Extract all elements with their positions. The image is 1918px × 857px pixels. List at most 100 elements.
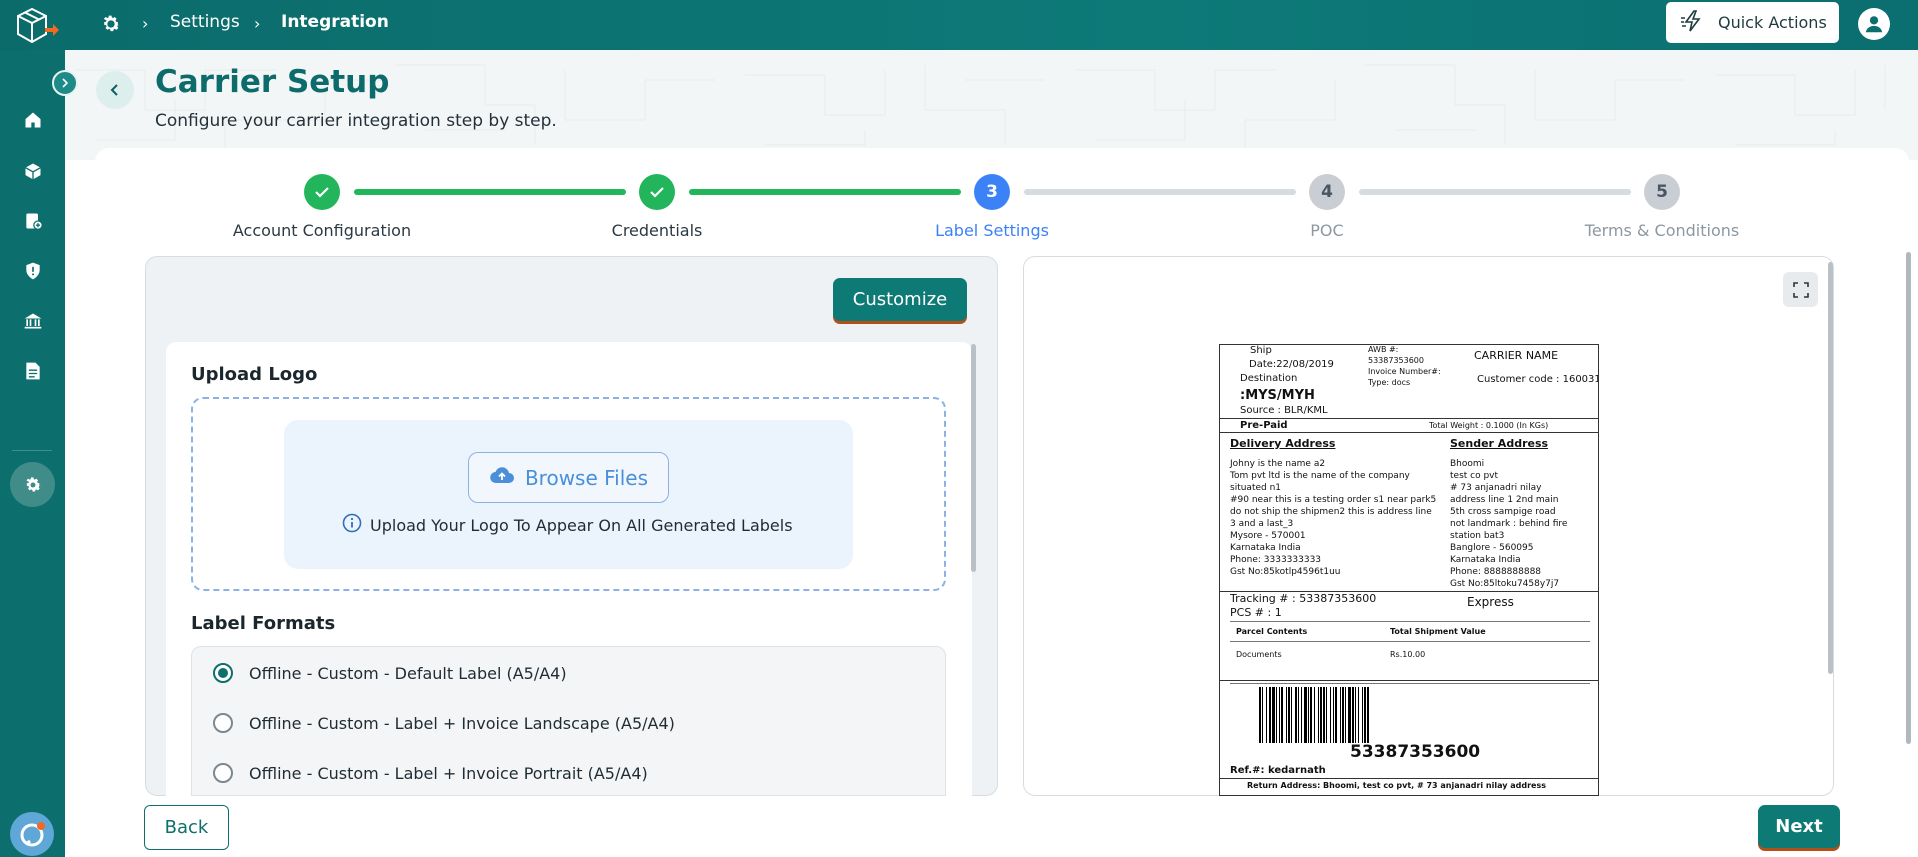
- step-2-check-icon[interactable]: [639, 174, 675, 210]
- next-button[interactable]: Next: [1758, 805, 1840, 848]
- format-option-label: Offline - Custom - Default Label (A5/A4): [249, 663, 567, 683]
- format-option[interactable]: Offline - Custom - Label + Invoice Lands…: [213, 713, 675, 733]
- label-invoice: Invoice Number#:: [1368, 367, 1441, 376]
- radio-selected[interactable]: [213, 663, 233, 683]
- contents-value: Documents: [1236, 650, 1282, 659]
- label-divider: [1220, 778, 1598, 779]
- label-delivery-title: Delivery Address: [1230, 437, 1336, 450]
- sender-line: address line 1 2nd main: [1450, 495, 1559, 505]
- step-5-circle[interactable]: 5: [1644, 174, 1680, 210]
- breadcrumb-current: Integration: [281, 12, 389, 32]
- format-option-label: Offline - Custom - Label + Invoice Portr…: [249, 763, 648, 783]
- label-source: Source : BLR/KML: [1240, 405, 1328, 416]
- upload-note: Upload Your Logo To Appear On All Genera…: [342, 513, 793, 537]
- fullscreen-icon[interactable]: [1783, 272, 1818, 307]
- home-icon[interactable]: [20, 107, 46, 133]
- sidebar-expand-button[interactable]: [52, 70, 78, 96]
- delivery-line: Tom pvt ltd is the name of the company: [1230, 471, 1410, 481]
- step-label-terms: Terms & Conditions: [1584, 221, 1740, 240]
- format-option[interactable]: Offline - Custom - Default Label (A5/A4): [213, 663, 567, 683]
- add-order-icon[interactable]: [20, 208, 46, 234]
- step-connector: [1359, 189, 1631, 195]
- sender-line: not landmark : behind fire: [1450, 519, 1568, 529]
- label-customer-code: Customer code : 160031: [1477, 374, 1599, 385]
- label-ship: Ship: [1250, 345, 1272, 356]
- radio-unselected[interactable]: [213, 713, 233, 733]
- label-prepaid: Pre-Paid: [1240, 420, 1288, 431]
- label-type: Type: docs: [1368, 378, 1411, 387]
- format-option[interactable]: Offline - Custom - Label + Invoice Portr…: [213, 763, 648, 783]
- top-bar: › Settings › Integration Quick Actions: [0, 0, 1918, 50]
- page-title: Carrier Setup: [155, 64, 390, 100]
- delivery-line: Phone: 3333333333: [1230, 555, 1322, 565]
- sender-line: Phone: 8888888888: [1450, 567, 1542, 577]
- page-subtitle: Configure your carrier integration step …: [155, 111, 557, 131]
- sender-line: Gst No:85ltoku7458y7j7: [1450, 579, 1560, 589]
- settings-nav-icon[interactable]: [10, 462, 55, 507]
- chat-support-icon[interactable]: [10, 812, 54, 856]
- delivery-line: Mysore - 570001: [1230, 531, 1306, 541]
- app-logo-icon[interactable]: [12, 6, 60, 46]
- sender-line: Banglore - 560095: [1450, 543, 1534, 553]
- upload-note-text: Upload Your Logo To Appear On All Genera…: [370, 515, 793, 535]
- upload-logo-heading: Upload Logo: [191, 364, 318, 385]
- alert-shield-icon[interactable]: [20, 258, 46, 284]
- customize-button[interactable]: Customize: [833, 278, 967, 321]
- label-destination: Destination: [1240, 373, 1298, 384]
- sender-line: Bhoomi: [1450, 459, 1485, 469]
- preview-scrollbar[interactable]: [1828, 262, 1833, 674]
- radio-unselected[interactable]: [213, 763, 233, 783]
- breadcrumb-chevron-icon: ›: [254, 14, 261, 33]
- quick-actions-label: Quick Actions: [1718, 13, 1827, 32]
- label-awb-label: AWB #:: [1368, 345, 1399, 354]
- sender-line: Karnataka India: [1450, 555, 1521, 565]
- barcode-number: 53387353600: [1350, 742, 1481, 762]
- label-weight: Total Weight : 0.1000 (In KGs): [1429, 421, 1549, 430]
- step-label-label-settings: Label Settings: [935, 221, 1049, 240]
- step-label-account: Account Configuration: [232, 221, 412, 240]
- step-4-circle[interactable]: 4: [1309, 174, 1345, 210]
- sidebar-divider: [12, 450, 52, 451]
- bank-icon[interactable]: [20, 308, 46, 334]
- label-formats-heading: Label Formats: [191, 613, 336, 634]
- page-scrollbar[interactable]: [1906, 252, 1911, 744]
- step-connector: [1024, 189, 1296, 195]
- label-pcs: PCS # : 1: [1230, 606, 1282, 619]
- sender-line: # 73 anjanadri nilay: [1450, 483, 1542, 493]
- label-service: Express: [1467, 595, 1514, 609]
- shipment-box-icon[interactable]: [20, 158, 46, 184]
- breadcrumb-settings[interactable]: Settings: [170, 12, 240, 32]
- step-connector: [354, 189, 626, 195]
- format-option-label: Offline - Custom - Label + Invoice Lands…: [249, 713, 675, 733]
- left-scrollbar[interactable]: [971, 344, 976, 572]
- breadcrumb-chevron-icon: ›: [142, 14, 149, 33]
- delivery-line: 3 and a last_3: [1230, 519, 1294, 529]
- delivery-line: Johny is the name a2: [1230, 459, 1326, 469]
- back-button[interactable]: Back: [144, 805, 229, 850]
- step-connector: [689, 189, 961, 195]
- sender-line: test co pvt: [1450, 471, 1499, 481]
- step-label-credentials: Credentials: [611, 221, 703, 240]
- label-awb: 53387353600: [1368, 356, 1424, 365]
- quick-actions-button[interactable]: Quick Actions: [1666, 2, 1839, 43]
- contents-header: Parcel Contents: [1236, 627, 1308, 636]
- step-1-check-icon[interactable]: [304, 174, 340, 210]
- delivery-line: Gst No:85kotlp4596t1uu: [1230, 567, 1341, 577]
- cloud-upload-icon: [489, 465, 515, 490]
- lightning-icon: [1680, 9, 1706, 36]
- sidebar: [0, 50, 65, 857]
- info-icon: [342, 513, 362, 537]
- step-label-poc: POC: [1310, 221, 1344, 240]
- browse-files-button[interactable]: Browse Files: [468, 452, 669, 503]
- label-dest-code: :MYS/MYH: [1240, 388, 1315, 403]
- step-3-circle[interactable]: 3: [974, 174, 1010, 210]
- delivery-line: situated n1: [1230, 483, 1282, 493]
- settings-gear-icon[interactable]: [100, 13, 122, 35]
- user-avatar-icon[interactable]: [1858, 8, 1890, 40]
- document-icon[interactable]: [20, 358, 46, 384]
- label-divider: [1220, 432, 1598, 433]
- label-tracking: Tracking # : 53387353600: [1230, 592, 1377, 605]
- label-ref: Ref.#: kedarnath: [1230, 765, 1326, 776]
- label-ship-date: Date:22/08/2019: [1249, 359, 1334, 370]
- back-arrow-button[interactable]: [96, 71, 134, 109]
